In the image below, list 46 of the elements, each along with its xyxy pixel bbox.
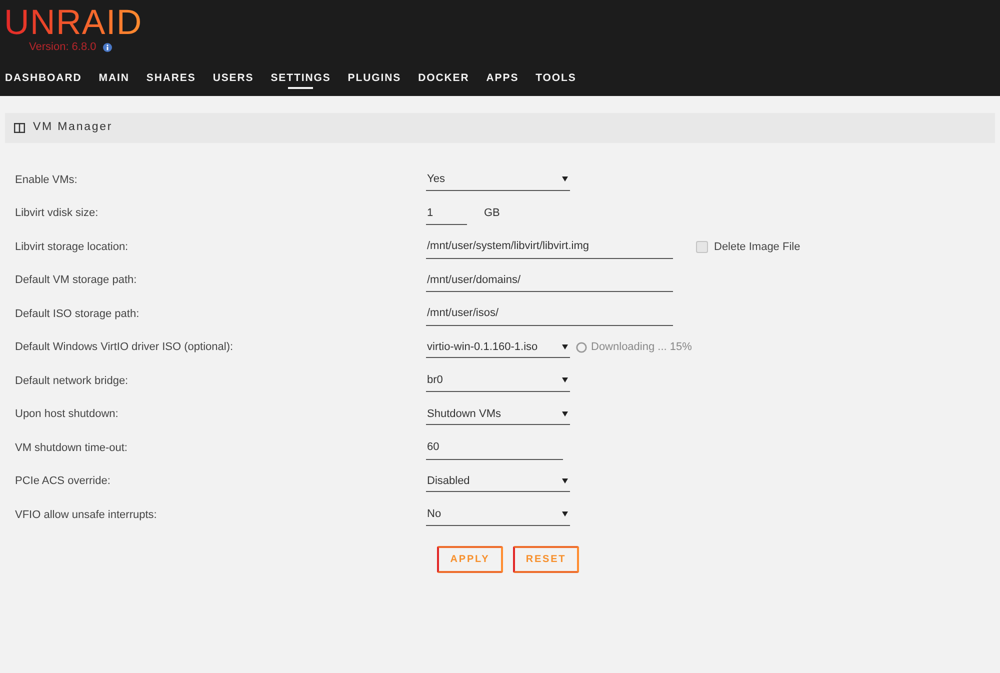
checkbox-label: Delete Image File bbox=[714, 240, 800, 254]
setting-label: Default VM storage path: bbox=[14, 273, 138, 288]
nav-tab[interactable]: APPS bbox=[486, 71, 519, 89]
text-field[interactable]: 60 bbox=[426, 436, 563, 460]
checkbox[interactable] bbox=[696, 240, 708, 253]
caret-icon bbox=[562, 176, 568, 182]
caret-icon bbox=[562, 377, 568, 384]
caret-icon bbox=[562, 511, 568, 518]
setting-label: Enable VMs: bbox=[14, 172, 78, 188]
nav-tab[interactable]: USERS bbox=[212, 71, 254, 89]
nav-tab[interactable]: MAIN bbox=[98, 71, 130, 89]
select-field[interactable]: virtio-win-0.1.160-1.iso bbox=[426, 336, 570, 358]
spinner-icon bbox=[576, 342, 587, 353]
version-text: Version: 6.8.0 bbox=[29, 40, 96, 55]
select-field[interactable]: Shutdown VMs bbox=[426, 403, 570, 426]
select-field[interactable]: No bbox=[426, 504, 570, 526]
setting-label: Libvirt storage location: bbox=[14, 240, 130, 254]
setting-label: Default network bridge: bbox=[14, 374, 130, 388]
text-field[interactable]: /mnt/user/isos/ bbox=[426, 302, 673, 326]
text-field[interactable]: 1 bbox=[426, 201, 467, 226]
nav-tab[interactable]: SETTINGS bbox=[270, 71, 331, 89]
panel-title: VM Manager bbox=[33, 120, 113, 136]
nav-tab[interactable]: DOCKER bbox=[418, 71, 470, 89]
nav-tab[interactable]: PLUGINS bbox=[348, 71, 402, 89]
setting-label: VFIO allow unsafe interrupts: bbox=[14, 508, 158, 522]
select-field[interactable]: br0 bbox=[426, 370, 570, 392]
text-field[interactable]: /mnt/user/domains/ bbox=[426, 268, 673, 292]
nav-tab[interactable]: TOOLS bbox=[536, 71, 576, 89]
setting-label: Libvirt vdisk size: bbox=[14, 206, 100, 221]
setting-label: PCIe ACS override: bbox=[14, 474, 112, 489]
caret-icon bbox=[562, 410, 568, 417]
setting-label: Default Windows VirtIO driver ISO (optional): bbox=[14, 340, 234, 355]
info-icon[interactable] bbox=[103, 42, 112, 52]
download-status: Downloading ... 15% bbox=[591, 340, 692, 355]
caret-icon bbox=[562, 478, 568, 484]
setting-label: Default ISO storage path: bbox=[14, 306, 140, 322]
unit-label: GB bbox=[484, 206, 500, 221]
nav-tab[interactable]: DASHBOARD bbox=[5, 71, 82, 89]
setting-label: VM shutdown time-out: bbox=[14, 440, 128, 456]
text-field[interactable]: /mnt/user/system/libvirt/libvirt.img bbox=[426, 234, 673, 259]
setting-label: Upon host shutdown: bbox=[14, 407, 120, 422]
caret-icon bbox=[562, 344, 568, 350]
nav-tab[interactable]: SHARES bbox=[146, 71, 196, 89]
select-field[interactable]: Yes bbox=[426, 168, 570, 191]
columns-icon bbox=[14, 123, 25, 133]
select-field[interactable]: Disabled bbox=[426, 470, 570, 492]
